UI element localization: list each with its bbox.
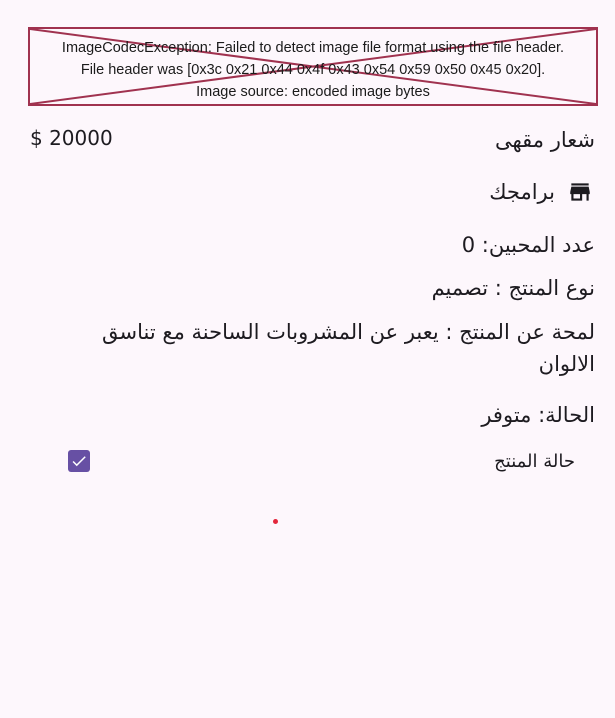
product-price: $ 20000 [30,126,113,150]
store-name: برامجك [489,180,555,204]
product-state-checkbox[interactable] [68,450,90,472]
product-description: لمحة عن المنتج : يعبر عن المشروبات الساح… [102,320,595,376]
product-state-row: حالة المنتج [0,448,615,476]
image-error-line-3: Image source: encoded image bytes [196,84,430,100]
red-dot-marker [273,519,278,524]
store-icon [567,179,593,205]
product-type: نوع المنتج : تصميم [431,276,595,300]
check-icon [72,456,86,467]
product-image-error: ImageCodecException: Failed to detect im… [28,27,598,106]
product-state-label: حالة المنتج [494,451,575,472]
product-title: شعار مقهى [495,128,595,152]
image-error-line-2: File header was [0x3c 0x21 0x44 0x4f 0x4… [80,62,546,78]
image-error-message: ImageCodecException: Failed to detect im… [30,37,596,103]
image-error-line-1: ImageCodecException: Failed to detect im… [61,40,565,56]
store-link[interactable]: برامجك [489,179,593,205]
product-status: الحالة: متوفر [481,403,595,427]
fans-count: عدد المحبين: 0 [461,233,595,257]
